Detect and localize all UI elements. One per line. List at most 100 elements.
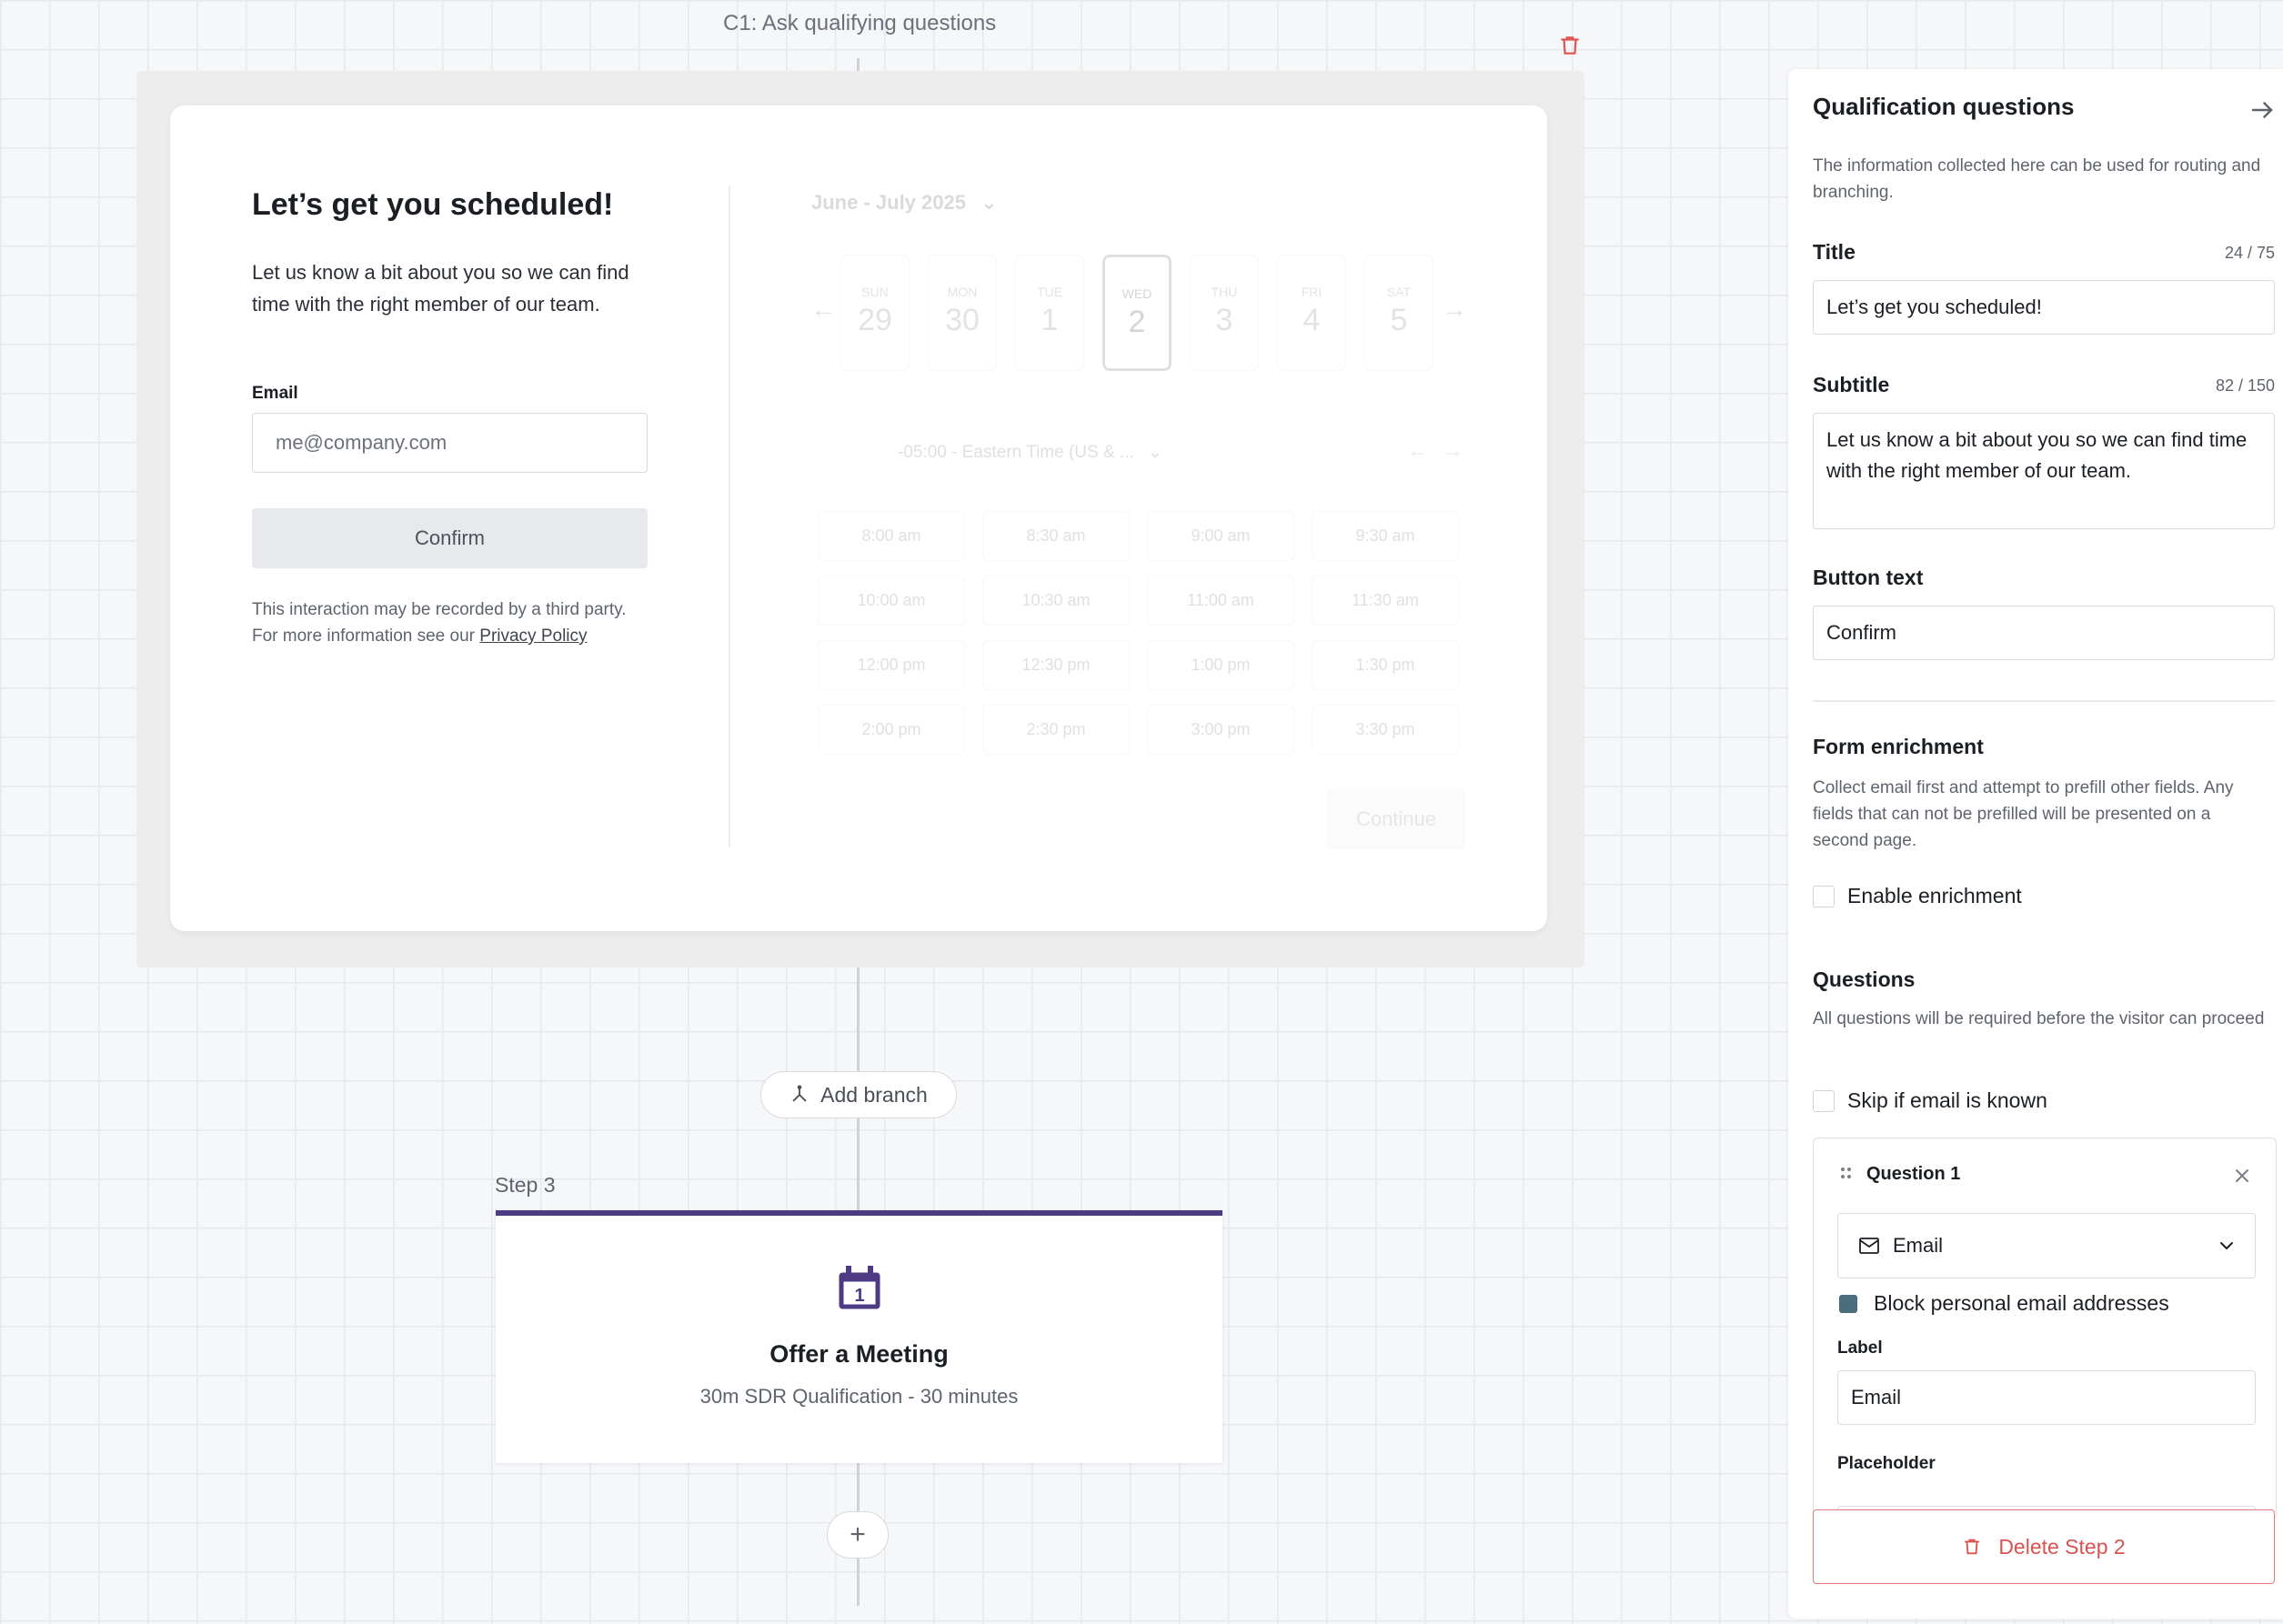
- block-personal-checkbox[interactable]: [1839, 1295, 1857, 1313]
- preview-continue-button[interactable]: Continue: [1327, 789, 1465, 849]
- time-slot[interactable]: 11:30 am: [1312, 576, 1459, 626]
- privacy-policy-link[interactable]: Privacy Policy: [479, 627, 587, 646]
- enable-enrichment-label: Enable enrichment: [1847, 884, 2022, 907]
- preview-title: Let’s get you scheduled!: [252, 187, 614, 222]
- time-slot[interactable]: 11:00 am: [1147, 576, 1294, 626]
- calendar-day[interactable]: MON 30: [928, 255, 997, 371]
- time-slot[interactable]: 10:30 am: [982, 576, 1130, 626]
- chevron-right-icon[interactable]: →: [1442, 295, 1467, 324]
- day-number: 2: [1128, 305, 1146, 339]
- time-slot[interactable]: 9:30 am: [1312, 511, 1459, 561]
- delete-step-label: Delete Step 2: [1998, 1534, 2126, 1559]
- day-number: 4: [1302, 303, 1321, 337]
- preview-disclaimer: This interaction may be recorded by a th…: [252, 596, 652, 649]
- panel-title: Qualification questions: [1813, 93, 2075, 120]
- preview-email-label: Email: [252, 384, 298, 403]
- time-slot[interactable]: 9:00 am: [1147, 511, 1294, 561]
- form-enrichment-heading: Form enrichment: [1813, 735, 1984, 758]
- day-name: TUE: [1037, 285, 1062, 299]
- trash-icon: [1965, 1539, 1980, 1555]
- svg-text:1: 1: [854, 1286, 864, 1306]
- step-title: C1: Ask qualifying questions: [723, 11, 997, 35]
- question-label-label: Label: [1837, 1338, 1883, 1358]
- trash-icon[interactable]: [1558, 33, 1582, 58]
- calendar-day[interactable]: THU 3: [1190, 255, 1259, 371]
- button-text-label: Button text: [1813, 566, 1924, 589]
- arrow-right-icon[interactable]: [2248, 96, 2276, 124]
- title-input[interactable]: Let’s get you scheduled!: [1813, 280, 2275, 335]
- enable-enrichment-checkbox[interactable]: [1813, 886, 1835, 907]
- next-week-icon[interactable]: →: [1442, 438, 1463, 464]
- branch-icon: [792, 1085, 807, 1102]
- time-slot[interactable]: 3:00 pm: [1147, 705, 1294, 755]
- calendar-icon: 1: [839, 1266, 880, 1309]
- step3-title: Offer a Meeting: [769, 1340, 949, 1368]
- section-divider: [1813, 700, 2275, 702]
- calendar-month[interactable]: June - July 2025 ⌄: [811, 191, 998, 215]
- preview-confirm-button[interactable]: Confirm: [252, 508, 648, 568]
- offer-meeting-card[interactable]: 1 Offer a Meeting 30m SDR Qualification …: [496, 1210, 1222, 1463]
- time-slot[interactable]: 2:30 pm: [982, 705, 1130, 755]
- calendar-day[interactable]: WED 2: [1102, 255, 1172, 371]
- time-slot[interactable]: 1:30 pm: [1312, 640, 1459, 690]
- calendar-day[interactable]: SUN 29: [840, 255, 910, 371]
- add-step-button[interactable]: +: [827, 1511, 889, 1559]
- day-number: 3: [1215, 303, 1233, 337]
- qualification-panel: Qualification questions The information …: [1788, 69, 2283, 1619]
- time-slot[interactable]: 8:00 am: [818, 511, 965, 561]
- connector-end: [857, 1559, 860, 1606]
- prev-week-icon[interactable]: ←: [1407, 438, 1429, 464]
- question-title: Question 1: [1866, 1164, 1961, 1184]
- close-icon[interactable]: [2234, 1168, 2250, 1184]
- time-slot[interactable]: 2:00 pm: [818, 705, 965, 755]
- scheduler-preview-card: Let’s get you scheduled! Let us know a b…: [170, 105, 1547, 931]
- time-slot[interactable]: 8:30 am: [982, 511, 1130, 561]
- drag-handle-icon[interactable]: [1839, 1166, 1854, 1182]
- day-name: FRI: [1301, 285, 1323, 299]
- day-name: SUN: [861, 285, 889, 299]
- timezone-select[interactable]: -05:00 - Eastern Time (US & ... ⌄: [898, 442, 1162, 463]
- preview-subtitle: Let us know a bit about you so we can fi…: [252, 261, 629, 316]
- step3-label: Step 3: [495, 1173, 556, 1197]
- question-type-value: Email: [1893, 1234, 1944, 1257]
- delete-step-button[interactable]: Delete Step 2: [1813, 1509, 2275, 1584]
- day-number: 5: [1390, 303, 1408, 337]
- subtitle-char-count: 82 / 150: [2215, 376, 2275, 395]
- time-slot[interactable]: 1:00 pm: [1147, 640, 1294, 690]
- connector-branch: [857, 1118, 860, 1210]
- day-number: 1: [1041, 303, 1059, 337]
- time-slot[interactable]: 10:00 am: [818, 576, 965, 626]
- time-slot[interactable]: 12:30 pm: [982, 640, 1130, 690]
- subtitle-field-label: Subtitle: [1813, 373, 1890, 396]
- step3-subtitle: 30m SDR Qualification - 30 minutes: [699, 1385, 1019, 1408]
- time-slot[interactable]: 12:00 pm: [818, 640, 965, 690]
- day-number: 29: [858, 303, 892, 337]
- chevron-left-icon[interactable]: ←: [810, 295, 836, 324]
- chevron-down-icon: [2220, 1242, 2233, 1250]
- mail-icon: [1859, 1238, 1879, 1254]
- preview-email-input[interactable]: me@company.com: [252, 413, 648, 473]
- button-text-input[interactable]: Confirm: [1813, 606, 2275, 660]
- question-label-input[interactable]: Email: [1837, 1370, 2256, 1425]
- calendar-day[interactable]: FRI 4: [1277, 255, 1346, 371]
- calendar-day[interactable]: SAT 5: [1364, 255, 1433, 371]
- questions-heading: Questions: [1813, 967, 1916, 991]
- panel-description: The information collected here can be us…: [1813, 156, 2261, 202]
- day-name: SAT: [1386, 285, 1412, 299]
- skip-if-known-checkbox[interactable]: [1813, 1090, 1835, 1112]
- chevron-down-icon: ⌄: [1148, 443, 1162, 462]
- preview-divider: [729, 185, 730, 847]
- title-field-label: Title: [1813, 240, 1856, 264]
- form-enrichment-description: Collect email first and attempt to prefi…: [1813, 778, 2234, 850]
- day-name: WED: [1121, 286, 1152, 301]
- subtitle-textarea[interactable]: Let us know a bit about you so we can fi…: [1813, 413, 2275, 529]
- add-branch-label: Add branch: [820, 1082, 928, 1107]
- add-branch-button[interactable]: Add branch: [760, 1071, 957, 1118]
- calendar-day[interactable]: TUE 1: [1015, 255, 1084, 371]
- title-char-count: 24 / 75: [2224, 244, 2275, 262]
- day-number: 30: [945, 303, 980, 337]
- connector-bottom: [857, 1463, 860, 1511]
- timezone-label: -05:00 - Eastern Time (US & ...: [898, 443, 1134, 462]
- time-slot[interactable]: 3:30 pm: [1312, 705, 1459, 755]
- question-type-select[interactable]: Email: [1837, 1213, 2256, 1278]
